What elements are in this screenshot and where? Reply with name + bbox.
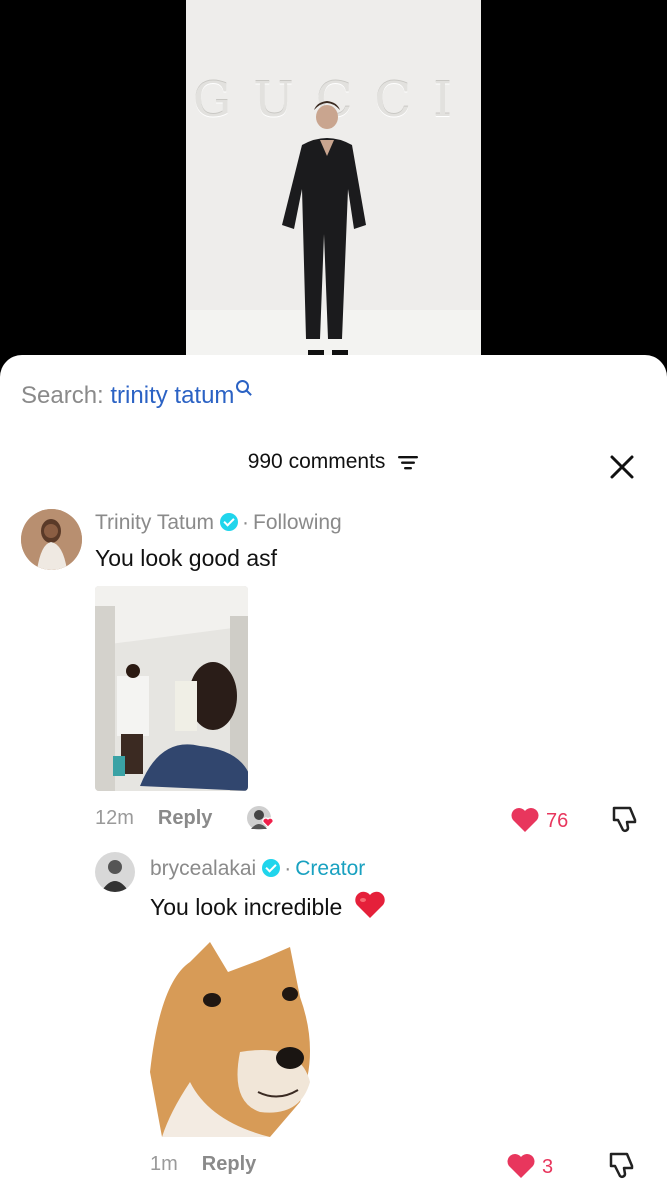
- reply-button[interactable]: Reply: [158, 807, 212, 829]
- sort-filter-icon[interactable]: [397, 453, 419, 471]
- reply-time: 1m: [150, 1153, 178, 1175]
- search-prefix: Search:: [21, 382, 111, 409]
- reply-author[interactable]: brycealakai · Creator: [150, 857, 365, 881]
- like-count[interactable]: 76: [510, 807, 568, 833]
- red-heart-icon: [354, 891, 385, 918]
- separator-dot: ·: [242, 511, 250, 534]
- reply-text: You look incredible: [150, 891, 385, 921]
- relation-label: Following: [253, 511, 342, 534]
- avatar[interactable]: [95, 852, 135, 892]
- reply-text-value: You look incredible: [150, 894, 343, 920]
- search-query[interactable]: trinity tatum: [110, 382, 234, 409]
- like-count[interactable]: 3: [506, 1153, 553, 1179]
- comment-author-name[interactable]: Trinity Tatum: [95, 511, 214, 534]
- comments-sheet: Search: trinity tatum 990 comments Trini…: [0, 355, 667, 1199]
- verified-badge-icon: [220, 513, 239, 531]
- dislike-icon[interactable]: [610, 804, 640, 834]
- comment-gif-image[interactable]: [95, 586, 248, 791]
- separator-dot: ·: [284, 857, 292, 880]
- search-suggestion[interactable]: Search: trinity tatum: [21, 380, 250, 410]
- comment-author[interactable]: Trinity Tatum · Following: [95, 511, 342, 535]
- comments-count: 990 comments: [247, 450, 386, 473]
- search-icon: [236, 380, 250, 393]
- close-icon[interactable]: [606, 451, 638, 483]
- reply-button[interactable]: Reply: [202, 1153, 256, 1175]
- like-count-value: 76: [546, 810, 569, 832]
- like-count-value: 3: [542, 1156, 554, 1178]
- creator-liked-avatar-icon: [247, 806, 274, 830]
- reply-author-name[interactable]: brycealakai: [150, 857, 256, 880]
- dislike-icon[interactable]: [607, 1150, 637, 1180]
- comment-time: 12m: [95, 807, 134, 829]
- verified-badge-icon: [262, 859, 281, 877]
- comment-meta: 12m Reply: [95, 807, 212, 830]
- comments-count-header: 990 comments: [0, 450, 667, 474]
- person-figure: [282, 101, 366, 355]
- reply-sticker-dog-image[interactable]: [150, 942, 313, 1137]
- avatar[interactable]: [21, 509, 82, 570]
- like-heart-icon[interactable]: [506, 1153, 536, 1179]
- comment-text: You look good asf: [95, 545, 278, 571]
- like-heart-icon[interactable]: [510, 807, 540, 833]
- video-player[interactable]: GUCCI: [186, 0, 481, 370]
- reply-meta: 1m Reply: [150, 1153, 256, 1176]
- creator-label: Creator: [295, 857, 366, 880]
